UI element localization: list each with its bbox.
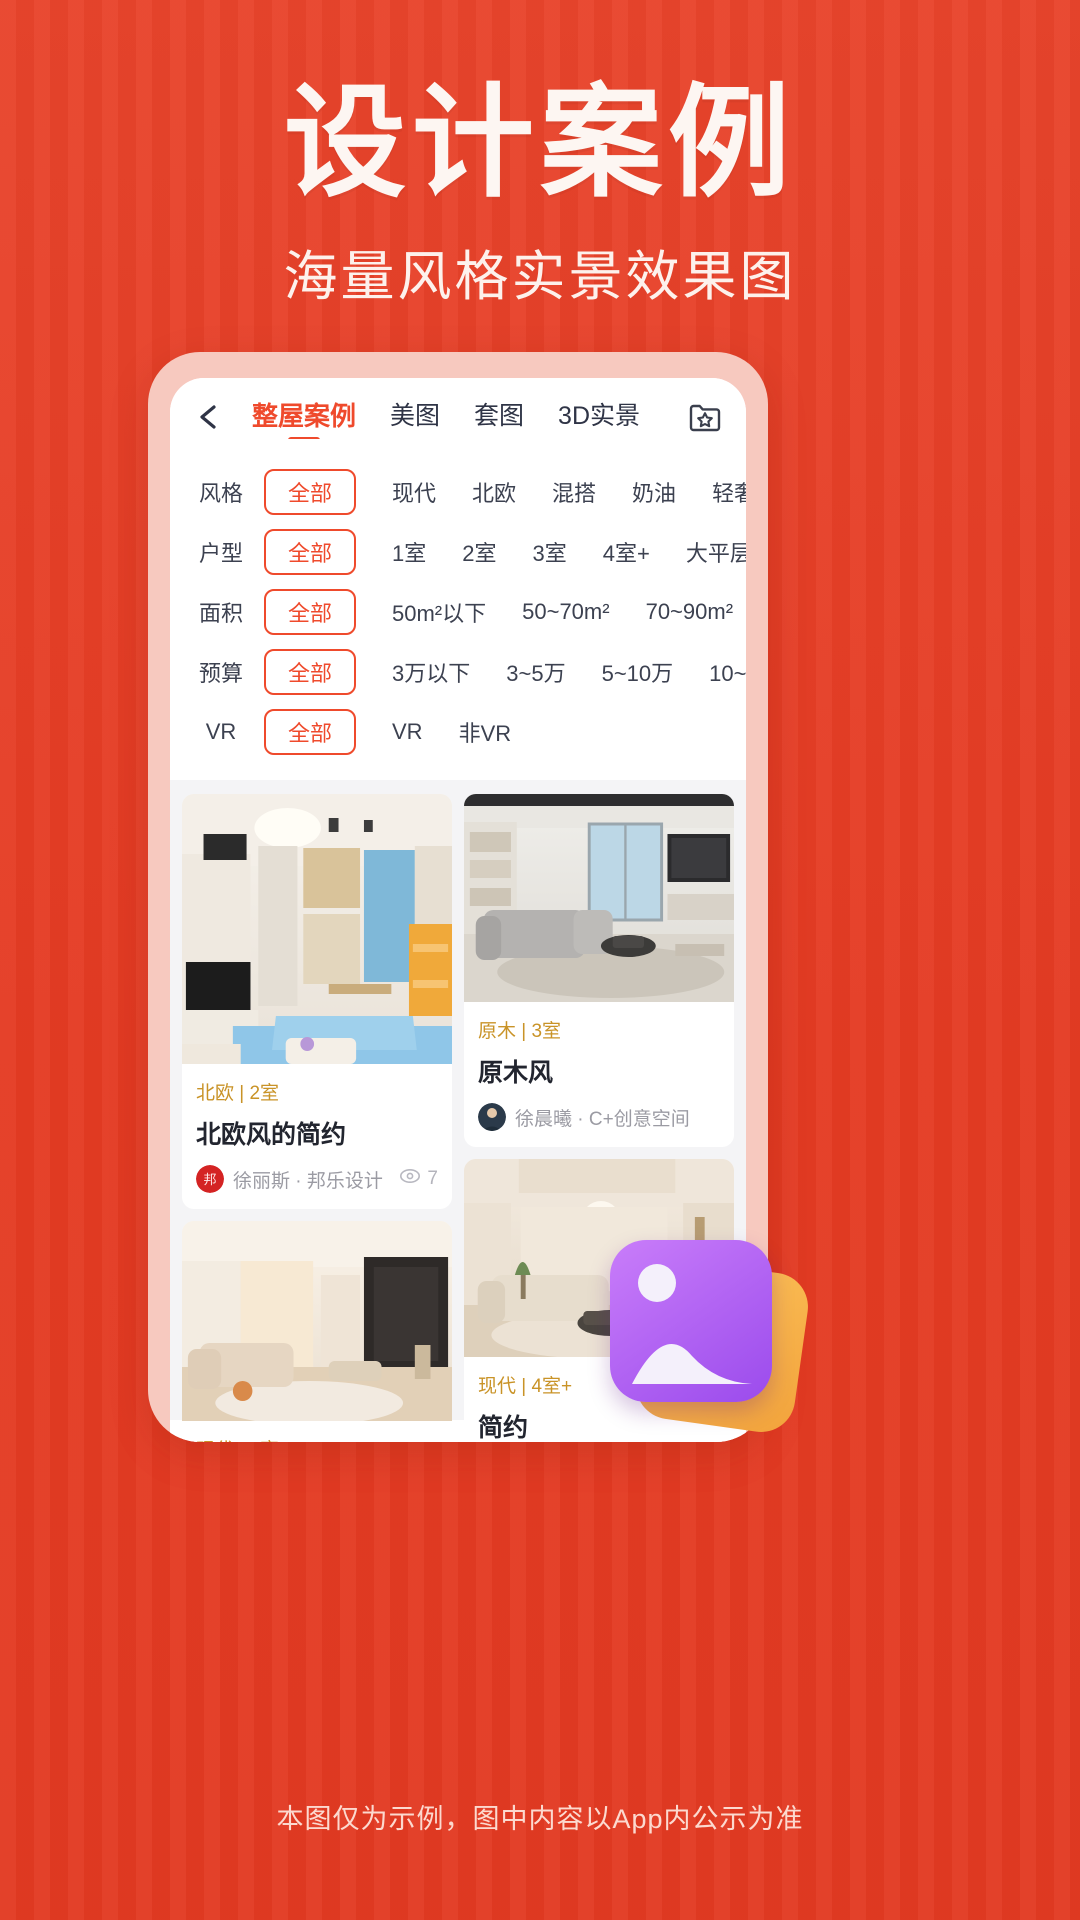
filter-chip[interactable]: 3~5万 (506, 656, 565, 688)
case-card-body: 现代 | 3室 (182, 1421, 452, 1442)
filter-chip[interactable]: 现代 (392, 476, 436, 508)
tab-bar: 整屋案例 美图 套图 3D实景 (252, 396, 676, 439)
feed-column-left: 北欧 | 2室 北欧风的简约 邦 徐丽斯 · 邦乐设计 7 (182, 794, 452, 1442)
case-card[interactable]: 原木 | 3室 原木风 徐晨曦 · C+创意空间 (464, 794, 734, 1147)
filter-chip-all[interactable]: 全部 (264, 709, 356, 755)
filter-row-style: 风格 全部 现代 北欧 混搭 奶油 轻奢 美式 (170, 462, 746, 522)
tab-label: 套图 (474, 402, 525, 430)
filter-chip[interactable]: 非VR (459, 716, 512, 748)
filter-chip[interactable]: 50~70m² (522, 599, 609, 625)
filter-row-budget: 预算 全部 3万以下 3~5万 5~10万 10~15万 15~20万 (170, 642, 746, 702)
tab-label: 美图 (390, 402, 441, 430)
case-view-count: 7 (399, 1168, 438, 1190)
filter-chip-all[interactable]: 全部 (264, 529, 356, 575)
eye-icon (399, 1168, 421, 1190)
filter-label: 面积 (198, 601, 243, 626)
filter-chip[interactable]: 大平层 (686, 536, 746, 568)
case-title: 北欧风的简约 (196, 1121, 347, 1149)
tab-3d-scene[interactable]: 3D实景 (558, 396, 640, 438)
case-meta: 北欧 | 2室 (196, 1083, 280, 1104)
tab-set-images[interactable]: 套图 (474, 396, 524, 438)
case-card-body: 北欧 | 2室 北欧风的简约 邦 徐丽斯 · 邦乐设计 7 (182, 1064, 452, 1209)
tab-whole-house-cases[interactable]: 整屋案例 (252, 396, 356, 439)
filter-row-area: 面积 全部 50m²以下 50~70m² 70~90m² 90~110m² (170, 582, 746, 642)
filter-chip[interactable]: 50m²以下 (392, 596, 486, 628)
filter-chip[interactable]: VR (392, 719, 423, 745)
avatar (478, 1103, 506, 1131)
case-card-body: 原木 | 3室 原木风 徐晨曦 · C+创意空间 (464, 1002, 734, 1147)
filter-label: VR (205, 719, 237, 744)
page-title: 设计案例 (284, 75, 796, 211)
filter-panel: 风格 全部 现代 北欧 混搭 奶油 轻奢 美式 户型 全部 1室 2室 3室 4… (170, 456, 746, 780)
case-author-row[interactable]: 徐晨曦 · C+创意空间 (478, 1103, 720, 1131)
filter-chip[interactable]: 轻奢 (712, 476, 746, 508)
case-card[interactable]: 北欧 | 2室 北欧风的简约 邦 徐丽斯 · 邦乐设计 7 (182, 794, 452, 1209)
case-author-name: 徐丽斯 · 邦乐设计 (233, 1170, 383, 1192)
filter-chip[interactable]: 4室+ (603, 536, 650, 568)
filter-chip[interactable]: 混搭 (552, 476, 596, 508)
filter-label: 户型 (198, 541, 243, 566)
case-meta: 原木 | 3室 (478, 1021, 562, 1042)
gallery-image-sticker (610, 1240, 813, 1437)
filter-chip[interactable]: 2室 (462, 536, 496, 568)
filter-chip[interactable]: 5~10万 (602, 656, 674, 688)
filter-label: 风格 (198, 481, 243, 506)
case-author-row[interactable]: 邦 徐丽斯 · 邦乐设计 7 (196, 1165, 438, 1193)
svg-text:邦: 邦 (203, 1173, 216, 1188)
case-card[interactable]: 现代 | 3室 (182, 1221, 452, 1442)
view-count-value: 7 (427, 1168, 438, 1189)
tab-label: 整屋案例 (252, 400, 357, 431)
sun-icon (638, 1264, 676, 1302)
filter-row-layout: 户型 全部 1室 2室 3室 4室+ 大平层 复式 (170, 522, 746, 582)
filter-chip[interactable]: 70~90m² (646, 599, 733, 625)
case-title: 原木风 (478, 1059, 554, 1087)
filter-chip[interactable]: 1室 (392, 536, 426, 568)
filter-chip[interactable]: 北欧 (472, 476, 516, 508)
filter-label: 预算 (198, 661, 243, 686)
folder-star-icon[interactable] (686, 398, 724, 436)
filter-chip[interactable]: 3室 (533, 536, 567, 568)
filter-chip[interactable]: 奶油 (632, 476, 676, 508)
page-subtitle: 海量风格实景效果图 (283, 246, 797, 307)
case-photo-living-room-blue-sofa (182, 794, 452, 1064)
app-top-navigation: 整屋案例 美图 套图 3D实景 (170, 378, 746, 456)
poster-header: 设计案例 海量风格实景效果图 (0, 75, 1080, 311)
avatar: 邦 (196, 1165, 224, 1193)
filter-chip-all[interactable]: 全部 (264, 589, 356, 635)
tab-active-underline (288, 436, 320, 439)
sticker-front-card (610, 1240, 772, 1402)
footer-disclaimer: 本图仅为示例，图中内容以App内公示为准 (276, 1804, 804, 1834)
filter-chip[interactable]: 10~15万 (709, 656, 746, 688)
filter-chip-all[interactable]: 全部 (264, 469, 356, 515)
case-author-name: 徐晨曦 · C+创意空间 (515, 1108, 690, 1130)
case-photo-grey-sofa-window (464, 794, 734, 1002)
case-photo-cream-living-room (182, 1221, 452, 1421)
filter-chip-all[interactable]: 全部 (264, 649, 356, 695)
chevron-left-icon[interactable] (192, 400, 226, 434)
tab-beautiful-images[interactable]: 美图 (390, 396, 440, 438)
case-meta: 现代 | 3室 (196, 1435, 438, 1442)
filter-row-vr: VR 全部 VR 非VR (170, 702, 746, 762)
mountain-icon (632, 1343, 752, 1384)
filter-chip[interactable]: 3万以下 (392, 656, 470, 688)
tab-label: 3D实景 (558, 402, 641, 430)
